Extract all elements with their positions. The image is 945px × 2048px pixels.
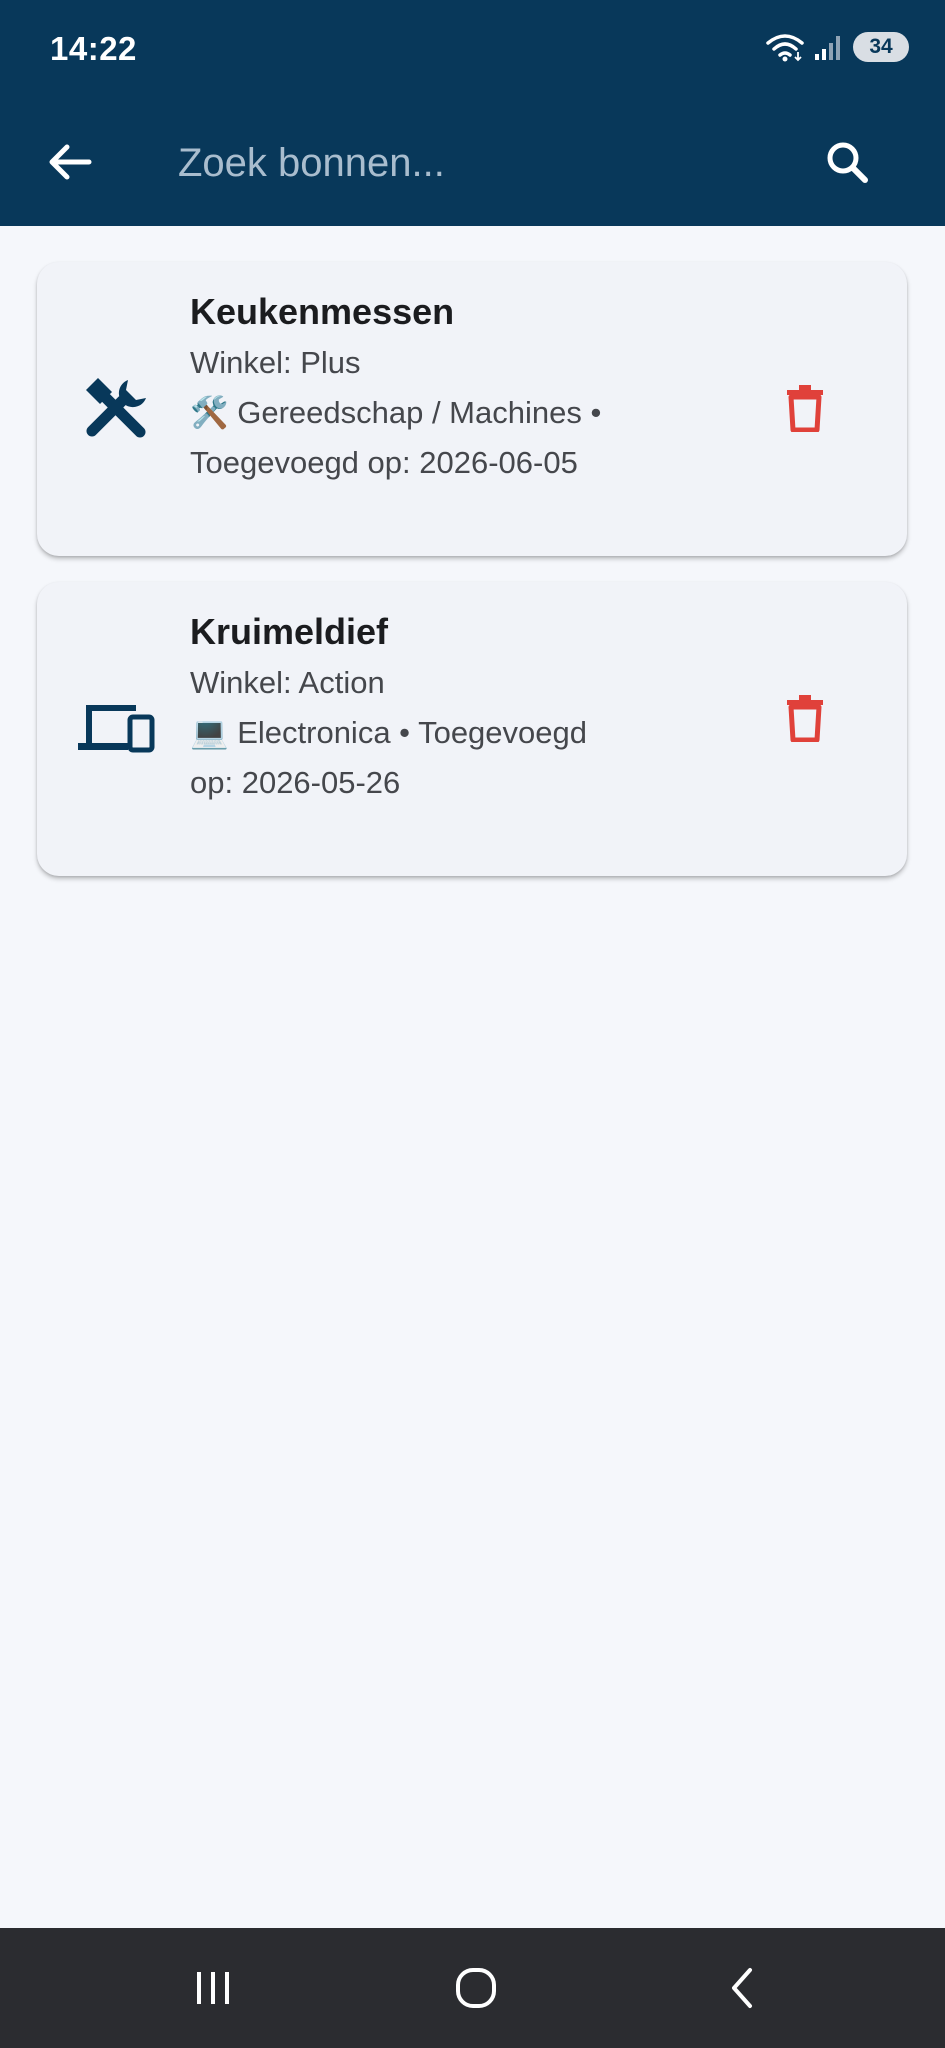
system-nav-bar — [0, 1928, 945, 2048]
home-button[interactable] — [426, 1948, 526, 2028]
devices-icon — [77, 689, 157, 769]
receipt-details: Kruimeldief Winkel: Action 💻 Electronica… — [190, 606, 710, 808]
search-icon — [827, 142, 868, 183]
wifi-icon — [766, 34, 804, 62]
delete-button[interactable] — [755, 668, 855, 768]
home-icon — [456, 1968, 496, 2008]
search-button[interactable] — [815, 130, 879, 194]
trash-icon — [787, 385, 823, 432]
battery-indicator: 34 — [853, 32, 909, 62]
status-time: 14:22 — [50, 30, 137, 67]
receipt-added-date: op: 2026-05-26 — [190, 765, 401, 800]
receipt-added-date: Toegevoegd op: 2026-06-05 — [190, 445, 578, 480]
receipt-card[interactable]: Keukenmessen Winkel: Plus 🛠️ Gereedschap… — [37, 262, 907, 556]
chevron-left-icon — [732, 1968, 752, 2008]
receipt-category: 💻 Electronica • Toegevoegd — [190, 715, 588, 750]
arrow-left-icon — [49, 144, 92, 180]
back-button[interactable] — [40, 132, 100, 192]
receipt-list: Keukenmessen Winkel: Plus 🛠️ Gereedschap… — [0, 226, 945, 1928]
search-input[interactable] — [178, 128, 778, 198]
recent-apps-icon — [197, 1972, 229, 2004]
recent-apps-button[interactable] — [163, 1948, 263, 2028]
status-icons: 34 — [765, 32, 909, 62]
receipt-title: Keukenmessen — [190, 291, 455, 332]
trash-icon — [787, 695, 823, 742]
receipt-details: Keukenmessen Winkel: Plus 🛠️ Gereedschap… — [190, 286, 710, 488]
receipt-card[interactable]: Kruimeldief Winkel: Action 💻 Electronica… — [37, 582, 907, 876]
tools-icon — [77, 369, 157, 449]
signal-icon — [815, 36, 840, 60]
receipt-category: 🛠️ Gereedschap / Machines • — [190, 395, 602, 430]
delete-button[interactable] — [755, 358, 855, 458]
receipt-title: Kruimeldief — [190, 611, 389, 652]
system-back-button[interactable] — [692, 1948, 792, 2028]
app-bar — [0, 100, 945, 226]
receipt-store: Winkel: Plus — [190, 345, 361, 380]
receipt-store: Winkel: Action — [190, 665, 385, 700]
status-bar: 14:22 34 — [0, 0, 945, 100]
